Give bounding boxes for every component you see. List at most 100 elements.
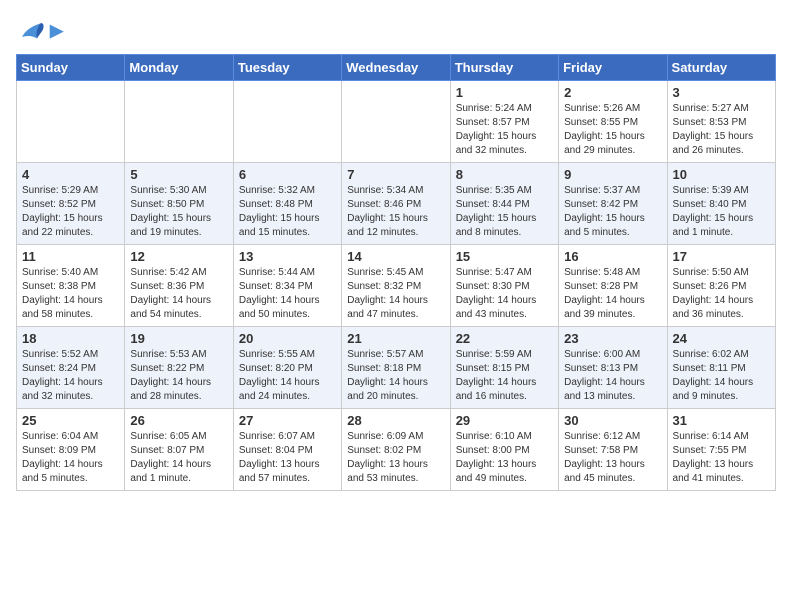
calendar-cell: 9Sunrise: 5:37 AM Sunset: 8:42 PM Daylig…	[559, 163, 667, 245]
calendar-cell: 31 Sunrise: 6:14 AM Sunset: 7:55 PM Dayli…	[667, 409, 775, 491]
calendar-cell: 3 Sunrise: 5:27 AM Sunset: 8:53 PM Daylig…	[667, 81, 775, 163]
calendar-cell: 29 Sunrise: 6:10 AM Sunset: 8:00 PM Dayli…	[450, 409, 558, 491]
page-header: ▶	[16, 16, 776, 46]
calendar-cell: 14 Sunrise: 5:45 AM Sunset: 8:32 PM Dayli…	[342, 245, 450, 327]
day-number: 9	[564, 167, 661, 182]
day-number: 16	[564, 249, 661, 264]
day-of-week-header: Saturday	[667, 55, 775, 81]
day-info: Sunrise: 5:40 AM Sunset: 8:38 PM Dayligh…	[22, 266, 119, 322]
day-number: 26	[130, 413, 227, 428]
day-info: Sunrise: 6:12 AM Sunset: 7:58 PM Dayligh…	[564, 430, 661, 486]
calendar-cell: 26Sunrise: 6:05 AM Sunset: 8:07 PM Dayli…	[125, 409, 233, 491]
calendar-header: SundayMondayTuesdayWednesdayThursdayFrid…	[17, 55, 776, 81]
calendar-cell: 17Sunrise: 5:50 AM Sunset: 8:26 PM Dayli…	[667, 245, 775, 327]
day-info: Sunrise: 5:27 AM Sunset: 8:53 PM Dayligh…	[673, 102, 770, 158]
day-info: Sunrise: 6:14 AM Sunset: 7:55 PM Dayligh…	[673, 430, 770, 486]
calendar-cell: 1 Sunrise: 5:24 AM Sunset: 8:57 PM Daylig…	[450, 81, 558, 163]
day-number: 4	[22, 167, 119, 182]
day-info: Sunrise: 5:29 AM Sunset: 8:52 PM Dayligh…	[22, 184, 119, 240]
day-number: 2	[564, 85, 661, 100]
header-row: SundayMondayTuesdayWednesdayThursdayFrid…	[17, 55, 776, 81]
calendar-cell: 2 Sunrise: 5:26 AM Sunset: 8:55 PM Daylig…	[559, 81, 667, 163]
day-info: Sunrise: 5:24 AM Sunset: 8:57 PM Dayligh…	[456, 102, 553, 158]
day-info: Sunrise: 5:34 AM Sunset: 8:46 PM Dayligh…	[347, 184, 444, 240]
logo-icon	[16, 16, 46, 46]
day-info: Sunrise: 5:44 AM Sunset: 8:34 PM Dayligh…	[239, 266, 336, 322]
day-number: 24	[673, 331, 770, 346]
day-number: 14	[347, 249, 444, 264]
calendar-cell: 16 Sunrise: 5:48 AM Sunset: 8:28 PM Dayli…	[559, 245, 667, 327]
day-number: 31	[673, 413, 770, 428]
calendar-cell	[233, 81, 341, 163]
day-number: 17	[673, 249, 770, 264]
day-of-week-header: Sunday	[17, 55, 125, 81]
calendar-cell	[125, 81, 233, 163]
calendar-cell: 12Sunrise: 5:42 AM Sunset: 8:36 PM Dayli…	[125, 245, 233, 327]
day-number: 11	[22, 249, 119, 264]
day-of-week-header: Thursday	[450, 55, 558, 81]
day-number: 5	[130, 167, 227, 182]
day-number: 30	[564, 413, 661, 428]
calendar-cell: 25 Sunrise: 6:04 AM Sunset: 8:09 PM Dayli…	[17, 409, 125, 491]
day-number: 8	[456, 167, 553, 182]
day-number: 1	[456, 85, 553, 100]
day-number: 6	[239, 167, 336, 182]
day-of-week-header: Monday	[125, 55, 233, 81]
calendar-week-row: 25 Sunrise: 6:04 AM Sunset: 8:09 PM Dayli…	[17, 409, 776, 491]
calendar-body: 1 Sunrise: 5:24 AM Sunset: 8:57 PM Daylig…	[17, 81, 776, 491]
day-number: 28	[347, 413, 444, 428]
calendar-cell	[342, 81, 450, 163]
day-number: 29	[456, 413, 553, 428]
calendar-cell: 8 Sunrise: 5:35 AM Sunset: 8:44 PM Daylig…	[450, 163, 558, 245]
calendar-cell: 19Sunrise: 5:53 AM Sunset: 8:22 PM Dayli…	[125, 327, 233, 409]
day-info: Sunrise: 5:35 AM Sunset: 8:44 PM Dayligh…	[456, 184, 553, 240]
day-info: Sunrise: 5:39 AM Sunset: 8:40 PM Dayligh…	[673, 184, 770, 240]
day-number: 12	[130, 249, 227, 264]
day-info: Sunrise: 5:26 AM Sunset: 8:55 PM Dayligh…	[564, 102, 661, 158]
day-info: Sunrise: 5:52 AM Sunset: 8:24 PM Dayligh…	[22, 348, 119, 404]
calendar-cell	[17, 81, 125, 163]
day-number: 25	[22, 413, 119, 428]
day-number: 7	[347, 167, 444, 182]
calendar-cell: 24 Sunrise: 6:02 AM Sunset: 8:11 PM Dayli…	[667, 327, 775, 409]
day-info: Sunrise: 6:04 AM Sunset: 8:09 PM Dayligh…	[22, 430, 119, 486]
day-number: 22	[456, 331, 553, 346]
calendar-week-row: 18 Sunrise: 5:52 AM Sunset: 8:24 PM Dayli…	[17, 327, 776, 409]
day-number: 27	[239, 413, 336, 428]
calendar-week-row: 4 Sunrise: 5:29 AM Sunset: 8:52 PM Daylig…	[17, 163, 776, 245]
day-info: Sunrise: 5:48 AM Sunset: 8:28 PM Dayligh…	[564, 266, 661, 322]
calendar-week-row: 11 Sunrise: 5:40 AM Sunset: 8:38 PM Dayli…	[17, 245, 776, 327]
day-number: 21	[347, 331, 444, 346]
day-of-week-header: Tuesday	[233, 55, 341, 81]
day-info: Sunrise: 5:32 AM Sunset: 8:48 PM Dayligh…	[239, 184, 336, 240]
day-info: Sunrise: 6:00 AM Sunset: 8:13 PM Dayligh…	[564, 348, 661, 404]
day-number: 20	[239, 331, 336, 346]
logo: ▶	[16, 16, 63, 46]
day-info: Sunrise: 6:02 AM Sunset: 8:11 PM Dayligh…	[673, 348, 770, 404]
calendar-cell: 10Sunrise: 5:39 AM Sunset: 8:40 PM Dayli…	[667, 163, 775, 245]
day-number: 3	[673, 85, 770, 100]
calendar-cell: 18 Sunrise: 5:52 AM Sunset: 8:24 PM Dayli…	[17, 327, 125, 409]
calendar-cell: 11 Sunrise: 5:40 AM Sunset: 8:38 PM Dayli…	[17, 245, 125, 327]
calendar-cell: 7 Sunrise: 5:34 AM Sunset: 8:46 PM Daylig…	[342, 163, 450, 245]
day-info: Sunrise: 6:10 AM Sunset: 8:00 PM Dayligh…	[456, 430, 553, 486]
day-info: Sunrise: 5:47 AM Sunset: 8:30 PM Dayligh…	[456, 266, 553, 322]
day-of-week-header: Wednesday	[342, 55, 450, 81]
calendar-cell: 30 Sunrise: 6:12 AM Sunset: 7:58 PM Dayli…	[559, 409, 667, 491]
day-info: Sunrise: 5:45 AM Sunset: 8:32 PM Dayligh…	[347, 266, 444, 322]
day-info: Sunrise: 6:09 AM Sunset: 8:02 PM Dayligh…	[347, 430, 444, 486]
day-number: 23	[564, 331, 661, 346]
calendar-cell: 21Sunrise: 5:57 AM Sunset: 8:18 PM Dayli…	[342, 327, 450, 409]
day-number: 18	[22, 331, 119, 346]
calendar-week-row: 1 Sunrise: 5:24 AM Sunset: 8:57 PM Daylig…	[17, 81, 776, 163]
day-info: Sunrise: 6:07 AM Sunset: 8:04 PM Dayligh…	[239, 430, 336, 486]
day-info: Sunrise: 5:59 AM Sunset: 8:15 PM Dayligh…	[456, 348, 553, 404]
day-info: Sunrise: 5:55 AM Sunset: 8:20 PM Dayligh…	[239, 348, 336, 404]
calendar-cell: 15 Sunrise: 5:47 AM Sunset: 8:30 PM Dayli…	[450, 245, 558, 327]
calendar-cell: 13 Sunrise: 5:44 AM Sunset: 8:34 PM Dayli…	[233, 245, 341, 327]
day-of-week-header: Friday	[559, 55, 667, 81]
day-info: Sunrise: 5:30 AM Sunset: 8:50 PM Dayligh…	[130, 184, 227, 240]
calendar-cell: 4 Sunrise: 5:29 AM Sunset: 8:52 PM Daylig…	[17, 163, 125, 245]
day-number: 15	[456, 249, 553, 264]
day-number: 13	[239, 249, 336, 264]
